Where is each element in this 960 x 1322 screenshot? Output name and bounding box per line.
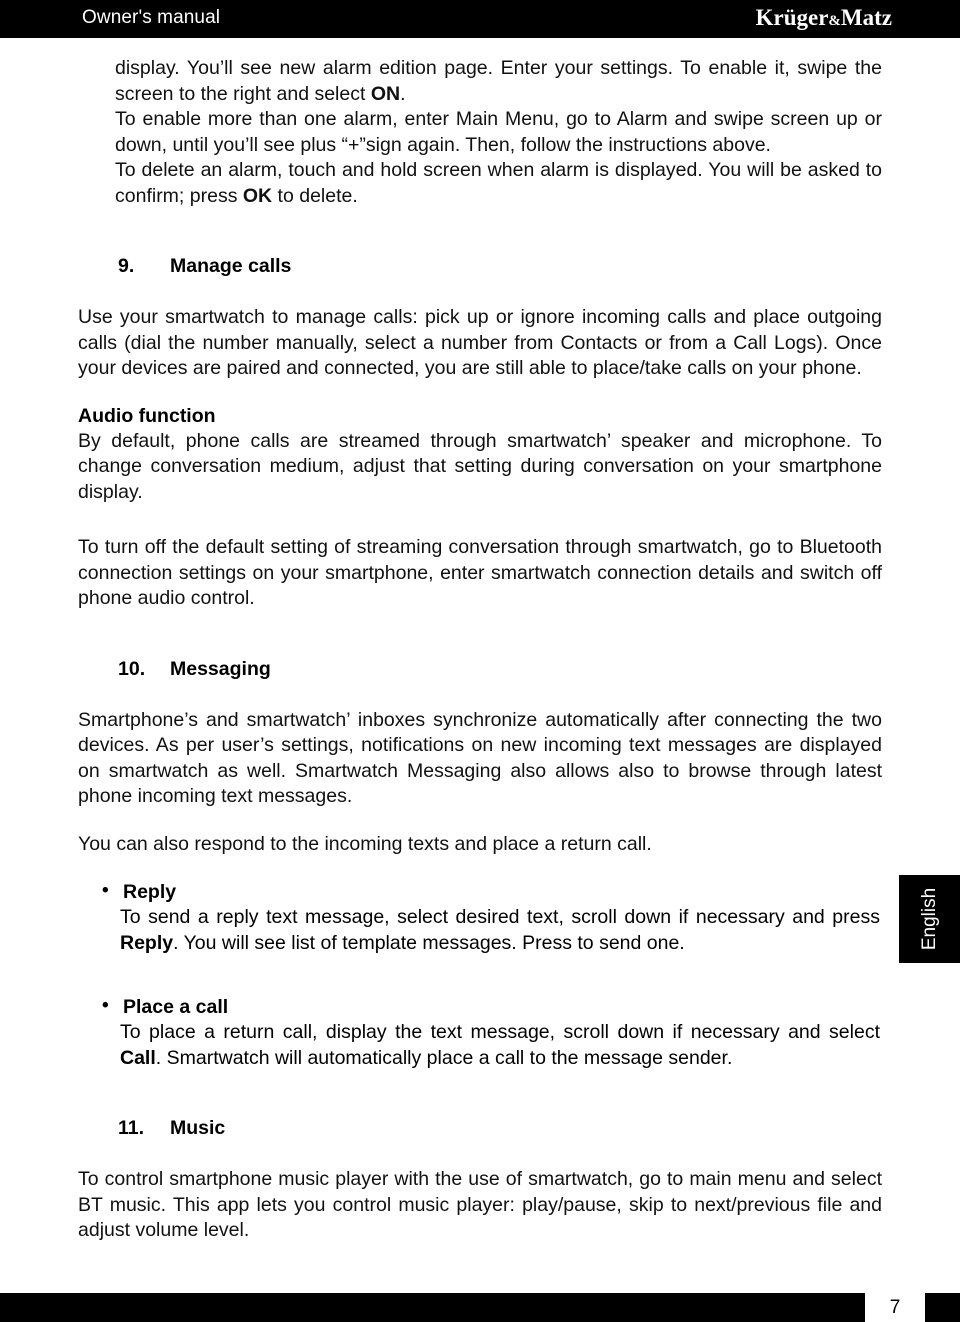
- bullet-marker-icon: •: [102, 995, 109, 1016]
- page-header: Owner's manual Krüger&Matz: [0, 0, 960, 38]
- brand-logo-part2: Matz: [840, 5, 892, 30]
- brand-logo-part1: Krüger: [755, 5, 829, 30]
- section-number-10: 10.: [118, 657, 146, 680]
- brand-logo: Krüger&Matz: [756, 5, 892, 31]
- page-content: display. You’ll see new alarm edition pa…: [0, 38, 960, 1244]
- page-footer: 7: [0, 1293, 960, 1322]
- bullet-body-place-a-call-a: To place a return call, display the text…: [120, 1021, 880, 1043]
- language-tab-label: English: [918, 887, 940, 951]
- intro-paragraph-1-text-c: .: [400, 82, 406, 105]
- intro-keyword-ok: OK: [242, 184, 273, 207]
- header-title: Owner's manual: [82, 7, 221, 28]
- section-number-9: 9.: [118, 255, 135, 277]
- intro-paragraph-1: display. You’ll see new alarm edition pa…: [115, 56, 882, 107]
- bullet-body-place-a-call-c: . Smartwatch will automatically place a …: [155, 1046, 733, 1069]
- section9-paragraph-3: To turn off the default setting of strea…: [78, 536, 882, 609]
- intro-paragraph-3-text-a: To delete an alarm, touch and hold scree…: [115, 159, 882, 207]
- intro-paragraph-2: To enable more than one alarm, enter Mai…: [115, 108, 882, 156]
- section10-paragraph-2: You can also respond to the incoming tex…: [78, 832, 652, 855]
- brand-logo-ampersand: &: [828, 13, 841, 29]
- bullet-keyword-reply: Reply: [120, 931, 174, 954]
- bullet-body-place-a-call: To place a return call, display the text…: [100, 1020, 880, 1071]
- page-number-box: 7: [865, 1293, 925, 1322]
- bullet-body-reply-c: . You will see list of template messages…: [173, 931, 685, 954]
- section-title-9: Manage calls: [170, 255, 292, 277]
- bullet-label-place-a-call: Place a call: [123, 996, 229, 1018]
- section9-paragraph-2: By default, phone calls are streamed thr…: [78, 429, 882, 503]
- section9-paragraph-1: Use your smartwatch to manage calls: pic…: [78, 306, 882, 379]
- bullet-body-reply: To send a reply text message, select des…: [100, 905, 880, 956]
- section11-paragraph-1: To control smartphone music player with …: [78, 1168, 882, 1241]
- section-title-10: Messaging: [170, 657, 271, 680]
- language-tab-english: English: [899, 875, 960, 963]
- intro-paragraph-1-text-a: display. You’ll see new alarm edition pa…: [115, 57, 882, 105]
- section-heading-music: 11. Music: [118, 1115, 960, 1141]
- bullet-label-reply: Reply: [123, 881, 177, 903]
- bullet-marker-icon: •: [102, 880, 109, 901]
- section10-paragraph-1: Smartphone’s and smartwatch’ inboxes syn…: [78, 708, 882, 808]
- intro-keyword-on: ON: [370, 82, 401, 105]
- intro-paragraph-3-text-c: to delete.: [272, 184, 358, 207]
- section-heading-manage-calls: 9. Manage calls: [118, 253, 960, 279]
- section-title-11: Music: [170, 1117, 226, 1139]
- bullet-keyword-call: Call: [120, 1046, 156, 1069]
- bullet-body-reply-a: To send a reply text message, select des…: [120, 906, 880, 928]
- list-item: • Place a call To place a return call, di…: [100, 994, 880, 1071]
- section-heading-messaging: 10. Messaging: [118, 656, 960, 682]
- bullet-title-place-a-call: • Place a call: [100, 994, 880, 1020]
- section-number-11: 11.: [118, 1117, 145, 1139]
- subheading-audio-function: Audio function: [78, 404, 216, 427]
- list-item: • Reply To send a reply text message, sel…: [100, 879, 880, 956]
- bullet-title-reply: • Reply: [100, 879, 880, 905]
- page-number: 7: [889, 1296, 901, 1318]
- intro-paragraph-3: To delete an alarm, touch and hold scree…: [115, 158, 882, 209]
